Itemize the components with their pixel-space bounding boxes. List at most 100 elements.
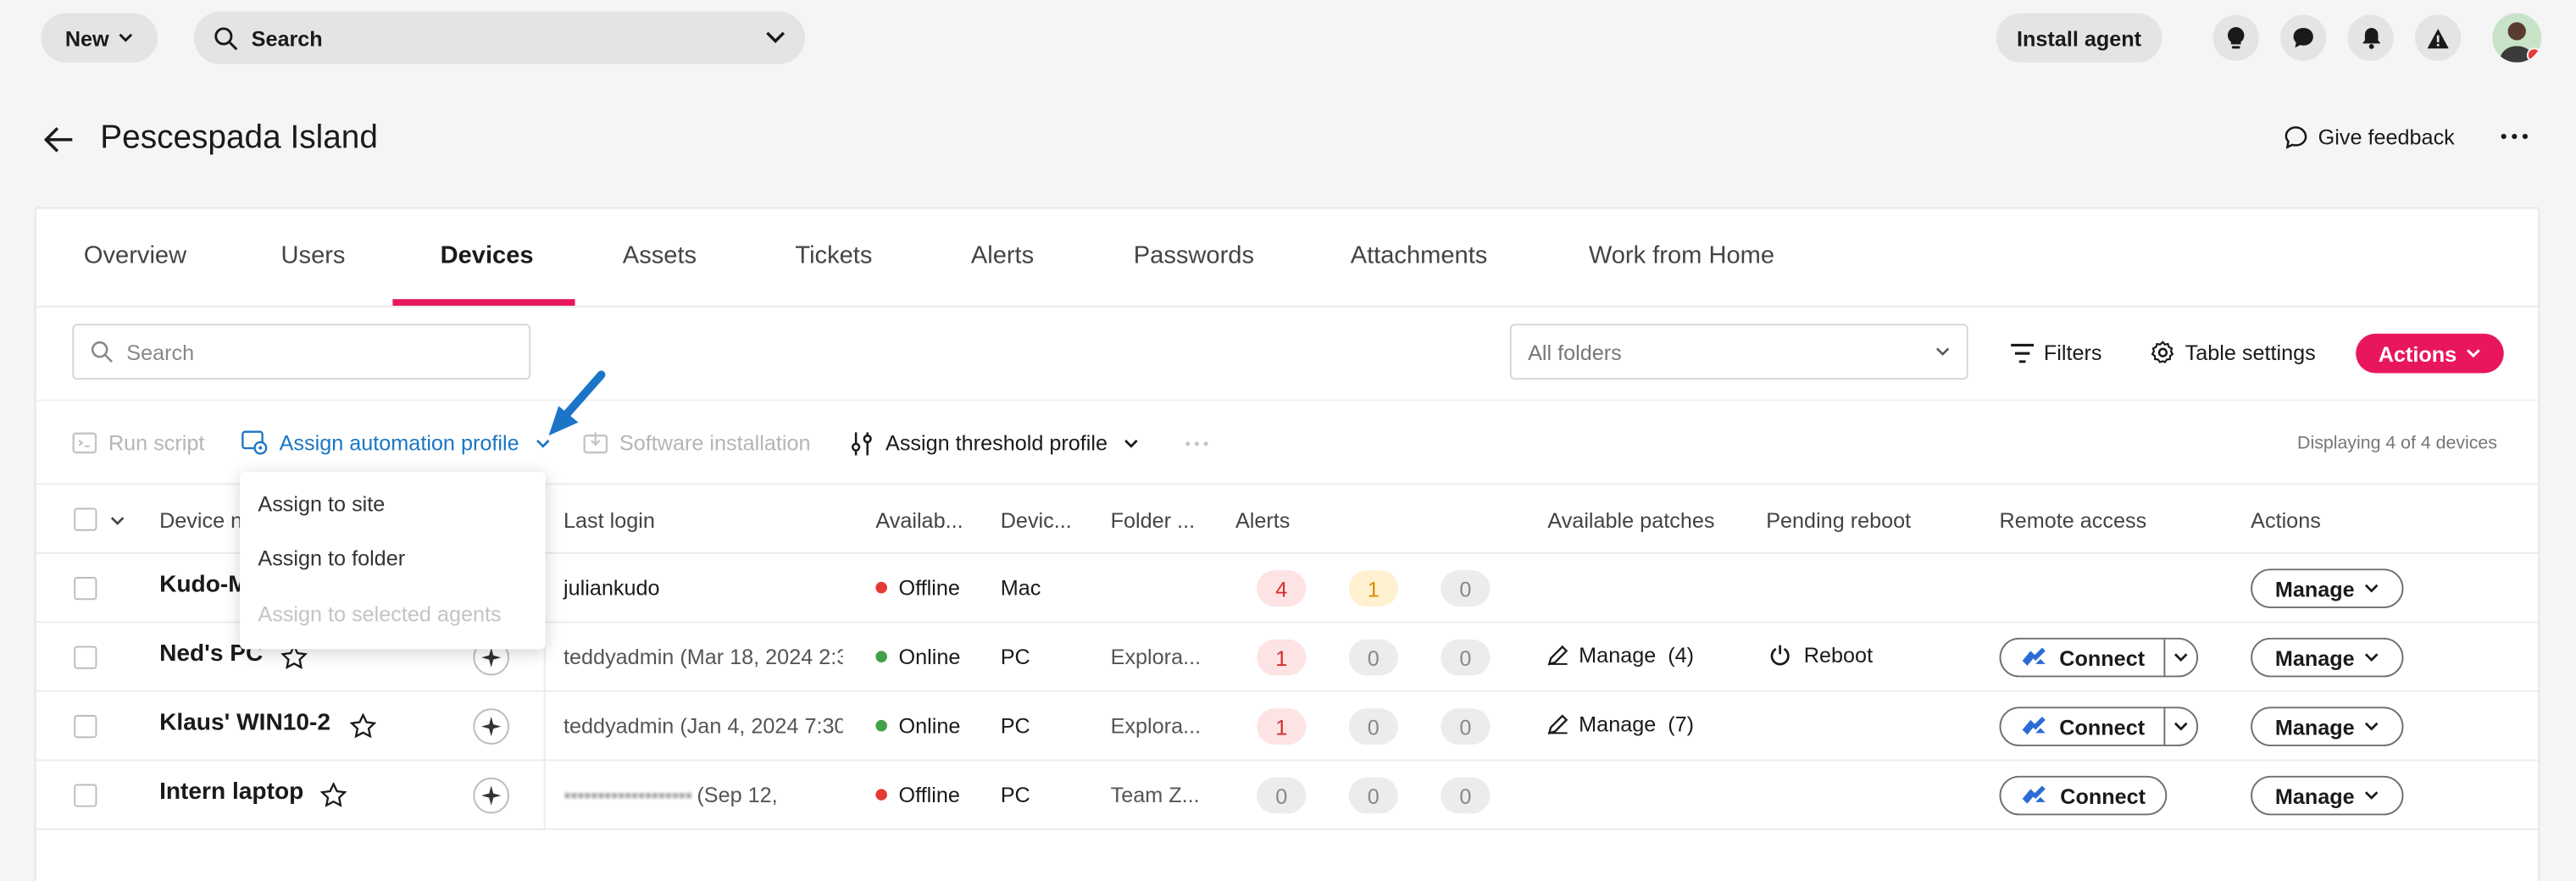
tab-assets[interactable]: Assets bbox=[623, 241, 697, 269]
tab-attachments[interactable]: Attachments bbox=[1351, 241, 1488, 269]
device-name[interactable]: Kudo-M bbox=[159, 572, 248, 598]
manage-button[interactable]: Manage bbox=[2251, 568, 2404, 608]
speech-bubble-icon bbox=[2285, 126, 2307, 149]
table-settings-button[interactable]: Table settings bbox=[2151, 341, 2316, 365]
ai-assist-button[interactable] bbox=[473, 708, 510, 745]
warning-icon[interactable] bbox=[2415, 14, 2462, 61]
select-all-checkbox[interactable] bbox=[74, 507, 97, 531]
alert-critical-badge[interactable]: 1 bbox=[1257, 639, 1307, 676]
tab-tickets[interactable]: Tickets bbox=[795, 241, 872, 269]
global-search[interactable]: Search bbox=[193, 11, 806, 64]
device-type: PC bbox=[1000, 644, 1030, 669]
table-row[interactable]: Klaus' WIN10-2 teddyadmin (Jan 4, 2024 7… bbox=[36, 692, 2539, 762]
col-alerts[interactable]: Alerts bbox=[1235, 508, 1290, 533]
alert-critical-badge[interactable]: 0 bbox=[1257, 777, 1307, 814]
connect-options[interactable] bbox=[2163, 640, 2196, 676]
more-options-icon[interactable] bbox=[2501, 133, 2529, 140]
ai-assist-button[interactable] bbox=[473, 777, 510, 814]
connect-split-button[interactable]: Connect bbox=[1999, 637, 2199, 678]
reboot-link[interactable]: Reboot bbox=[1769, 643, 1873, 668]
col-available-patches[interactable]: Available patches bbox=[1547, 508, 1714, 533]
chevron-down-icon[interactable] bbox=[765, 31, 786, 45]
alert-warning-badge[interactable]: 0 bbox=[1348, 639, 1398, 676]
assign-threshold-profile-button[interactable]: Assign threshold profile bbox=[851, 430, 1139, 455]
col-folder[interactable]: Folder ... bbox=[1111, 508, 1195, 533]
alert-critical-badge[interactable]: 4 bbox=[1257, 570, 1307, 607]
lightbulb-icon[interactable] bbox=[2212, 14, 2259, 61]
device-name[interactable]: Klaus' WIN10-2 bbox=[159, 710, 330, 736]
col-device-name[interactable]: Device n bbox=[159, 508, 242, 533]
connect-button[interactable]: Connect bbox=[1999, 775, 2168, 816]
new-button[interactable]: New bbox=[41, 13, 158, 63]
manage-button[interactable]: Manage bbox=[2251, 637, 2404, 678]
chevron-down-icon bbox=[2174, 653, 2187, 662]
back-arrow-icon[interactable] bbox=[44, 126, 74, 152]
tab-overview[interactable]: Overview bbox=[84, 241, 186, 269]
connect-button[interactable]: Connect bbox=[2001, 639, 2166, 676]
install-agent-button[interactable]: Install agent bbox=[1996, 13, 2162, 63]
patches-manage-link[interactable]: Manage (7) bbox=[1547, 712, 1694, 736]
chevron-down-icon bbox=[2365, 584, 2379, 593]
menu-item-assign-to-site[interactable]: Assign to site bbox=[258, 491, 385, 516]
filter-icon bbox=[2011, 342, 2035, 363]
manage-button[interactable]: Manage bbox=[2251, 706, 2404, 746]
row-checkbox[interactable] bbox=[74, 577, 97, 601]
tab-passwords[interactable]: Passwords bbox=[1134, 241, 1254, 269]
last-login: juliankudo bbox=[564, 575, 660, 601]
alert-warning-badge[interactable]: 1 bbox=[1348, 570, 1398, 607]
tab-users[interactable]: Users bbox=[281, 241, 346, 269]
patches-manage-link[interactable]: Manage (4) bbox=[1547, 643, 1694, 668]
bell-icon[interactable] bbox=[2347, 14, 2394, 61]
chevron-down-icon bbox=[2467, 349, 2481, 358]
col-actions[interactable]: Actions bbox=[2251, 508, 2321, 533]
actions-button[interactable]: Actions bbox=[2356, 333, 2504, 374]
remote-connect-icon bbox=[2022, 785, 2046, 804]
software-installation-button[interactable]: Software installation bbox=[583, 430, 810, 455]
status-label: Online bbox=[898, 644, 961, 669]
alert-critical-badge[interactable]: 1 bbox=[1257, 708, 1307, 745]
last-login: teddyadmin (Mar 18, 2024 2:3 bbox=[564, 644, 843, 669]
table-row[interactable]: Intern laptop ▪▪▪▪▪▪▪▪▪▪▪▪▪▪▪▪▪▪▪ (Sep 1… bbox=[36, 761, 2539, 830]
chat-icon[interactable] bbox=[2280, 14, 2327, 61]
chevron-down-icon[interactable] bbox=[110, 516, 125, 526]
menu-item-assign-to-selected-agents[interactable]: Assign to selected agents bbox=[258, 601, 501, 626]
connect-button[interactable]: Connect bbox=[2001, 708, 2166, 745]
alert-info-badge[interactable]: 0 bbox=[1441, 570, 1491, 607]
folder-select[interactable]: All folders bbox=[1509, 324, 1968, 380]
manage-button[interactable]: Manage bbox=[2251, 775, 2404, 816]
row-checkbox[interactable] bbox=[74, 646, 97, 669]
col-availability[interactable]: Availab... bbox=[875, 508, 963, 533]
tab-alerts[interactable]: Alerts bbox=[971, 241, 1034, 269]
tab-work-from-home[interactable]: Work from Home bbox=[1589, 241, 1774, 269]
star-icon[interactable] bbox=[320, 782, 347, 807]
give-feedback-link[interactable]: Give feedback bbox=[2284, 125, 2455, 150]
alert-info-badge[interactable]: 0 bbox=[1441, 777, 1491, 814]
alert-warning-badge[interactable]: 0 bbox=[1348, 777, 1398, 814]
status-label: Online bbox=[898, 713, 961, 739]
tab-devices[interactable]: Devices bbox=[441, 241, 534, 269]
col-last-login[interactable]: Last login bbox=[564, 508, 655, 533]
row-checkbox[interactable] bbox=[74, 784, 97, 807]
filters-button[interactable]: Filters bbox=[2011, 341, 2101, 365]
run-script-button[interactable]: Run script bbox=[72, 430, 204, 455]
device-search-input[interactable]: Search bbox=[72, 324, 531, 380]
star-icon[interactable] bbox=[349, 713, 376, 739]
assign-automation-profile-button[interactable]: Assign automation profile bbox=[242, 430, 550, 455]
device-name[interactable]: Intern laptop bbox=[159, 779, 303, 806]
alert-info-badge[interactable]: 0 bbox=[1441, 708, 1491, 745]
col-pending-reboot[interactable]: Pending reboot bbox=[1766, 508, 1911, 533]
pencil-icon bbox=[1547, 714, 1568, 735]
more-bulk-actions-icon[interactable] bbox=[1185, 440, 1209, 447]
col-device-type[interactable]: Devic... bbox=[1001, 508, 1072, 533]
avatar[interactable] bbox=[2492, 13, 2542, 63]
menu-item-assign-to-folder[interactable]: Assign to folder bbox=[258, 546, 405, 570]
device-type: PC bbox=[1000, 782, 1030, 807]
status: Online bbox=[875, 645, 960, 669]
status-label: Offline bbox=[898, 782, 960, 807]
row-checkbox[interactable] bbox=[74, 715, 97, 739]
alert-info-badge[interactable]: 0 bbox=[1441, 639, 1491, 676]
connect-split-button[interactable]: Connect bbox=[1999, 706, 2199, 746]
connect-options[interactable] bbox=[2163, 708, 2196, 745]
col-remote-access[interactable]: Remote access bbox=[2000, 508, 2147, 533]
alert-warning-badge[interactable]: 0 bbox=[1348, 708, 1398, 745]
